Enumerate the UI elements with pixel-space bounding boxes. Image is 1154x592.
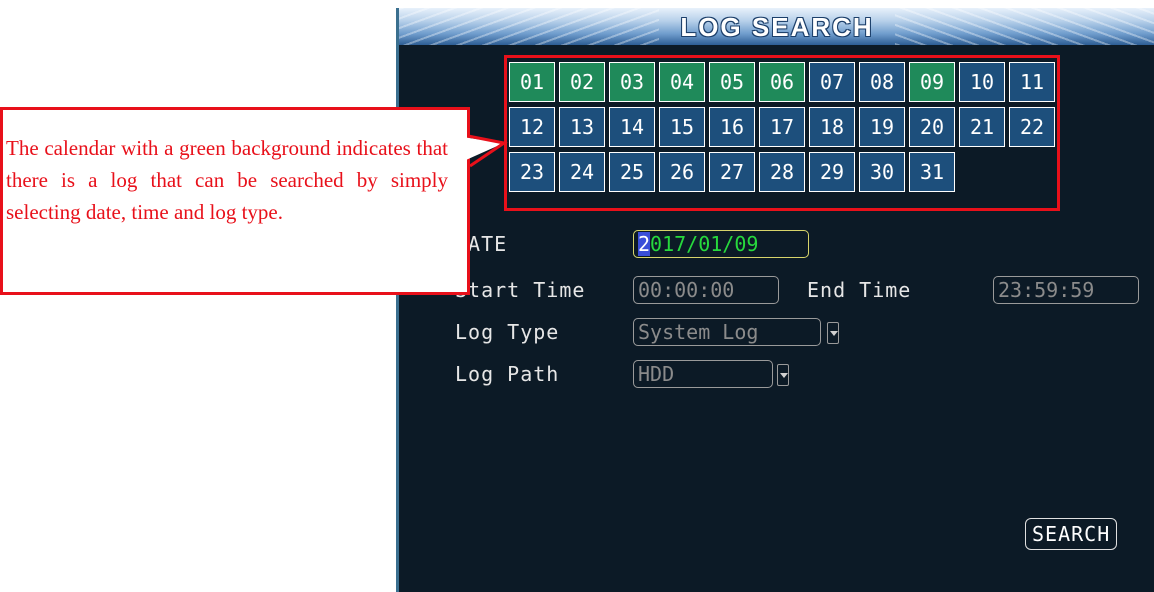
start-time-field[interactable]: 00:00:00 bbox=[633, 276, 779, 304]
date-value: 017/01/09 bbox=[650, 232, 759, 256]
date-field[interactable]: 2017/01/09 bbox=[633, 230, 809, 258]
log-type-select[interactable]: System Log bbox=[633, 318, 821, 346]
end-time-label: End Time bbox=[807, 278, 912, 302]
log-path-select[interactable]: HDD bbox=[633, 360, 773, 388]
log-path-label: Log Path bbox=[455, 362, 560, 386]
date-cursor: 2 bbox=[638, 232, 651, 256]
log-type-dropdown-icon[interactable] bbox=[827, 322, 839, 344]
calendar-highlight-box bbox=[504, 55, 1060, 211]
log-type-label: Log Type bbox=[455, 320, 560, 344]
annotation-pointer bbox=[448, 134, 508, 168]
end-time-field[interactable]: 23:59:59 bbox=[993, 276, 1139, 304]
log-path-dropdown-icon[interactable] bbox=[777, 364, 789, 386]
search-button[interactable]: SEARCH bbox=[1025, 518, 1118, 550]
